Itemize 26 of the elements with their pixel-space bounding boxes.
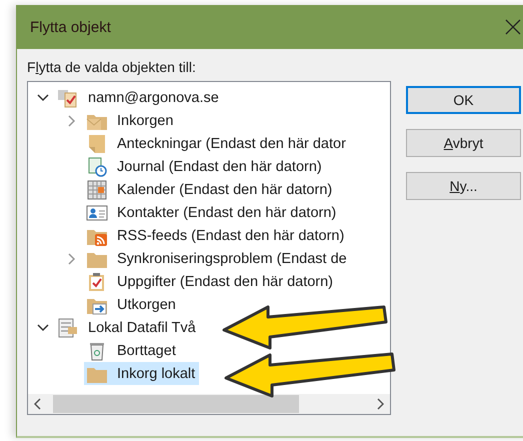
tree-item[interactable]: Kontakter (Endast den här datorn) [84, 201, 340, 224]
dialog-button[interactable]: Ny... [406, 172, 521, 200]
tree-item[interactable]: Utkorgen [84, 293, 180, 316]
tree-item[interactable]: Synkroniseringsproblem (Endast de [84, 247, 351, 270]
tree-item[interactable]: namn@argonova.se [55, 86, 223, 109]
window-title: Flytta objekt [30, 18, 111, 36]
tree-item[interactable]: Journal (Endast den här datorn) [84, 155, 326, 178]
calendar-icon [86, 180, 108, 200]
horizontal-scrollbar[interactable] [28, 394, 390, 414]
mailbox-icon [57, 88, 79, 108]
tree-item[interactable]: Uppgifter (Endast den här datorn) [84, 270, 338, 293]
tree-item[interactable]: RSS-feeds (Endast den här datorn) [84, 224, 348, 247]
tree-item[interactable]: Inkorgen [84, 109, 178, 132]
scroll-thumb[interactable] [53, 395, 299, 413]
tree-item[interactable]: Anteckningar (Endast den här dator [84, 132, 350, 155]
tree-item[interactable]: Lokal Datafil Två [55, 316, 200, 339]
dialog-button[interactable]: OK [406, 86, 521, 114]
note-icon [86, 134, 108, 154]
tree-item[interactable]: Borttaget [84, 339, 180, 362]
data-file-icon [57, 318, 79, 338]
dialog-button[interactable]: Avbryt [406, 129, 521, 157]
destination-prompt: Flytta de valda objekten till: [27, 59, 197, 75]
tree-item[interactable]: Inkorg lokalt [84, 362, 200, 385]
journal-icon [86, 156, 108, 176]
contact-card-icon [86, 202, 108, 222]
tree-item[interactable]: Kalender (Endast den här datorn) [84, 178, 336, 201]
